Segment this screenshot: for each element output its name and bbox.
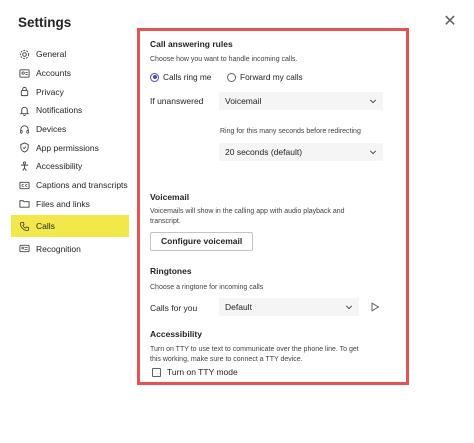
ring-duration-label: Ring for this many seconds before redire… xyxy=(220,128,361,135)
radio-selected-icon xyxy=(150,72,159,82)
shield-icon xyxy=(18,142,30,154)
sidebar-item-label: Devices xyxy=(36,124,67,135)
sidebar-item-label: Captions and transcripts xyxy=(36,180,128,191)
if-unanswered-value: Voicemail xyxy=(225,96,262,106)
ring-duration-select[interactable]: 20 seconds (default) xyxy=(219,143,383,161)
calls-ring-me-label: Calls ring me xyxy=(163,72,212,82)
ring-duration-value: 20 seconds (default) xyxy=(225,147,303,157)
chevron-down-icon xyxy=(369,99,377,104)
if-unanswered-select[interactable]: Voicemail xyxy=(219,92,383,110)
sidebar-item-label: App permissions xyxy=(36,142,99,153)
play-icon[interactable] xyxy=(370,302,380,312)
accessibility-icon xyxy=(18,160,30,172)
recognition-icon xyxy=(18,243,30,255)
settings-title: Settings xyxy=(18,15,72,30)
sidebar-item-label: Notifications xyxy=(36,105,83,116)
radio-unselected-icon xyxy=(227,72,236,82)
accessibility-description-line: this working, make sure to connect a TTY… xyxy=(150,355,303,363)
sidebar-item-accessibility[interactable]: Accessibility xyxy=(11,157,131,176)
ringtones-heading: Ringtones xyxy=(150,266,192,276)
sidebar-item-accounts[interactable]: Accounts xyxy=(11,64,131,83)
ringtone-value: Default xyxy=(225,302,252,312)
bell-icon xyxy=(18,104,30,116)
voicemail-heading: Voicemail xyxy=(150,192,190,202)
sidebar-item-privacy[interactable]: Privacy xyxy=(11,82,131,101)
sidebar-item-label: Privacy xyxy=(36,86,64,97)
folder-icon xyxy=(18,198,30,210)
sidebar-item-notifications[interactable]: Notifications xyxy=(11,101,131,120)
phone-icon xyxy=(18,220,30,232)
sidebar-item-general[interactable]: General xyxy=(11,45,131,64)
chevron-down-icon xyxy=(345,305,353,310)
sidebar-item-label: Accounts xyxy=(36,68,71,79)
accounts-icon xyxy=(18,67,30,79)
tty-mode-label: Turn on TTY mode xyxy=(167,367,238,377)
sidebar-item-label: Recognition xyxy=(36,243,81,254)
accessibility-description-line: Turn on TTY to use text to communicate o… xyxy=(150,346,359,353)
configure-voicemail-button[interactable]: Configure voicemail xyxy=(150,232,254,251)
call-answering-heading: Call answering rules xyxy=(150,39,233,49)
ringtones-description: Choose a ringtone for incoming calls xyxy=(150,284,264,291)
calls-for-you-label: Calls for you xyxy=(150,303,198,313)
sidebar-item-captions[interactable]: Captions and transcripts xyxy=(11,176,131,195)
close-icon[interactable]: ✕ xyxy=(440,12,460,32)
sidebar-item-files-and-links[interactable]: Files and links xyxy=(11,195,131,214)
voicemail-description-line: transcript. xyxy=(150,217,181,225)
lock-icon xyxy=(18,86,30,98)
voicemail-description-line: Voicemails will show in the calling app … xyxy=(150,208,345,215)
if-unanswered-label: If unanswered xyxy=(150,96,204,106)
gear-icon xyxy=(18,48,30,60)
voicemail-description: Voicemails will show in the calling app … xyxy=(150,207,400,226)
sidebar-item-label: General xyxy=(36,49,67,60)
accessibility-description: Turn on TTY to use text to communicate o… xyxy=(150,345,402,364)
forward-calls-radio[interactable]: Forward my calls xyxy=(227,72,303,82)
settings-sidebar: General Accounts Privacy Notifications D… xyxy=(11,45,131,258)
accessibility-heading: Accessibility xyxy=(150,329,202,339)
ringtone-select[interactable]: Default xyxy=(219,298,359,316)
calls-settings-panel: Call answering rules Choose how you want… xyxy=(137,28,409,385)
sidebar-item-label: Calls xyxy=(36,221,55,232)
headset-icon xyxy=(18,123,30,135)
sidebar-item-app-permissions[interactable]: App permissions xyxy=(11,138,131,157)
tty-mode-checkbox[interactable]: Turn on TTY mode xyxy=(152,367,238,377)
sidebar-item-label: Files and links xyxy=(36,198,90,209)
sidebar-item-recognition[interactable]: Recognition xyxy=(11,239,131,258)
sidebar-item-devices[interactable]: Devices xyxy=(11,120,131,139)
sidebar-item-label: Accessibility xyxy=(36,161,83,172)
checkbox-unchecked-icon xyxy=(152,367,161,377)
chevron-down-icon xyxy=(369,150,377,155)
sidebar-item-calls[interactable]: Calls xyxy=(11,215,129,238)
call-answering-description: Choose how you want to handle incoming c… xyxy=(150,56,298,63)
captions-icon xyxy=(18,179,30,191)
calls-ring-me-radio[interactable]: Calls ring me xyxy=(150,72,211,82)
forward-calls-label: Forward my calls xyxy=(240,72,303,82)
